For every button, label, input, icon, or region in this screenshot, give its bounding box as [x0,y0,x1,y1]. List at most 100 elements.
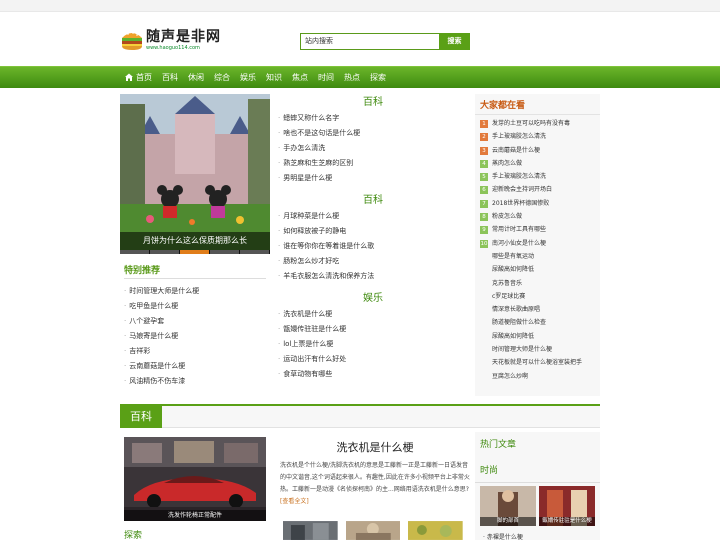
list-item[interactable]: 谁在等你你在等着谁是什么歌 [278,239,468,254]
list-item[interactable]: 啥也不是这句话是什么梗 [278,126,468,141]
nav-item[interactable]: 百科 [157,67,183,89]
slide-dot[interactable] [210,250,240,254]
list-item[interactable]: 运动出汗有什么好处 [278,352,468,367]
fashion-title[interactable]: 时尚 [480,463,498,476]
article-thumbnails [283,521,464,540]
popular-item-label: 时间管理大师是什么梗 [492,346,553,354]
search-box: 站内搜索 搜索 [300,33,470,50]
top-strip [0,0,720,12]
list-item[interactable]: 甑嬛传驻驻是什么梗 [278,322,468,337]
list-item[interactable]: 蟋蟀又称什么名字 [278,111,468,126]
popular-item[interactable]: 8 粉皮怎么做 [480,210,595,223]
list-item[interactable]: 食草动物有哪些 [278,367,468,382]
popular-item[interactable]: 豆腐怎么炒啊 [480,370,595,383]
hot-articles-panel: 热门文章 时尚 脚的部首 甑嬛传驻驻是什么梗 · 赤裸是什么梗 [475,432,600,541]
rank-number: 5 [480,173,488,182]
list-item[interactable]: 时间管理大师是什么梗 [124,284,199,299]
popular-item[interactable]: 1 发芽的土豆可以吃吗有没有毒 [480,117,595,130]
popular-item[interactable]: 2 手上玻璃胶怎么清洗 [480,130,595,143]
image-caption: 脚的部首 [480,517,536,526]
popular-item-label: 2018世界杯德国惨败 [492,199,550,207]
popular-item-label: c罗足球比赛 [492,292,526,300]
rank-number: 2 [480,133,488,142]
list-item[interactable]: 马娘寄是什么梗 [124,329,199,344]
divider [124,278,266,279]
slide-dot[interactable] [240,250,270,254]
popular-item-label: 蒸肉怎么做 [492,159,523,167]
list-item[interactable]: 洗衣机是什么梗 [278,307,468,322]
popular-item[interactable]: 5 手上玻璃胶怎么清洗 [480,170,595,183]
popular-item[interactable]: 6 迎新晚会主持词开场白 [480,183,595,196]
image-slider[interactable]: 月饼为什么这么保质期那么长 [120,94,270,254]
popular-item[interactable]: 7 2018世界杯德国惨败 [480,197,595,210]
popular-item[interactable]: 克苏鲁音乐 [480,277,595,290]
category-title[interactable]: 百科 [278,94,468,111]
nav-item[interactable]: 探索 [365,67,391,89]
popular-item[interactable]: 10 南河小仙女是什么梗 [480,237,595,250]
slide-dot[interactable] [150,250,180,254]
popular-item[interactable]: 哪些是有氧运动 [480,250,595,263]
list-item[interactable]: 熟芝麻和生芝麻的区别 [278,156,468,171]
castle-photo [120,94,270,254]
section-title[interactable]: 百科 [120,406,162,428]
popular-item[interactable]: 天花板就是可以什么梗浴室装把手 [480,356,595,369]
featured-list: 时间管理大师是什么梗 吃甲鱼是什么梗 八个避孕套 马娘寄是什么梗 吉祥彩 云南蘑… [124,284,199,389]
fashion-image[interactable]: 甑嬛传驻驻是什么梗 [539,486,595,526]
section-band: 百科 [120,404,600,428]
thumbnail[interactable] [345,521,401,540]
popular-item[interactable]: 时间管理大师是什么梗 [480,343,595,356]
nav-item-home[interactable]: 首页 [120,67,157,89]
popular-item-label: 克苏鲁音乐 [492,279,523,287]
search-input[interactable]: 站内搜索 [300,33,440,50]
image-caption: 甑嬛传驻驻是什么梗 [539,517,595,526]
nav-item[interactable]: 娱乐 [235,67,261,89]
rank-number: 1 [480,120,488,128]
fashion-image[interactable]: 脚的部首 [480,486,536,526]
popular-item-label: 粉皮怎么做 [492,213,523,221]
list-item[interactable]: 吃甲鱼是什么梗 [124,299,199,314]
popular-item[interactable]: c罗足球比赛 [480,290,595,303]
rank-number: 10 [480,239,488,248]
popular-item[interactable]: 尿酸高如何降低 [480,263,595,276]
popular-item-label: 尿酸高如何降低 [492,266,535,274]
list-item[interactable]: 月球种菜是什么梗 [278,209,468,224]
popular-item[interactable]: 3 云南蘑菇是什么梗 [480,144,595,157]
slide-caption[interactable]: 月饼为什么这么保质期那么长 [120,232,270,250]
nav-item[interactable]: 时间 [313,67,339,89]
list-item[interactable]: 肠粉怎么炒才好吃 [278,254,468,269]
popular-item[interactable]: 肠道梗阻做什么检查 [480,316,595,329]
list-item[interactable]: 羊毛衣服怎么清洗和保养方法 [278,269,468,284]
list-item[interactable]: 如何释放被子的静电 [278,224,468,239]
list-item[interactable]: 风油精伤不伤车漆 [124,374,199,389]
car-photo [124,437,266,521]
list-item[interactable]: lol上票是什么梗 [278,337,468,352]
popular-item[interactable]: 4 蒸肉怎么做 [480,157,595,170]
slide-dot[interactable] [120,250,150,254]
thumbnail[interactable] [408,521,464,540]
section-subtitle[interactable]: 探索 [124,528,142,541]
search-button[interactable]: 搜索 [439,33,470,50]
nav-item[interactable]: 综合 [209,67,235,89]
list-item[interactable]: 吉祥彩 [124,344,199,359]
popular-item[interactable]: 9 常用计时工具有哪些 [480,223,595,236]
nav-item[interactable]: 休闲 [183,67,209,89]
thumbnail[interactable] [283,521,338,540]
nav-item[interactable]: 热点 [339,67,365,89]
category-columns: 百科 蟋蟀又称什么名字 啥也不是这句话是什么梗 手办怎么清洗 熟芝麻和生芝麻的区… [278,94,468,388]
list-item[interactable]: 手办怎么清洗 [278,141,468,156]
nav-item[interactable]: 焦点 [287,67,313,89]
article-title[interactable]: 洗衣机是什么梗 [280,439,470,455]
nav-item[interactable]: 知识 [261,67,287,89]
read-more-link[interactable]: [查看全文] [280,498,309,505]
category-title[interactable]: 百科 [278,192,468,209]
article-body: 洗衣机是个什么梗/洗脚洗衣机的意思是工藤新一正是工藤新一日语发音的中文谐音,这个… [280,460,470,508]
category-title[interactable]: 娱乐 [278,290,468,307]
list-item[interactable]: 八个避孕套 [124,314,199,329]
site-logo[interactable]: 随声是非网 www.haoguo114.com [120,28,230,56]
section-image[interactable]: 洗发作轮椅正常配件 [124,437,266,521]
list-item[interactable]: 男明星是什么梗 [278,171,468,186]
popular-item[interactable]: 情深意长歌曲原唱 [480,303,595,316]
list-item[interactable]: 云南蘑菇是什么梗 [124,359,199,374]
popular-item[interactable]: 尿酸高如何降低 [480,330,595,343]
slide-dot-active[interactable] [180,250,210,254]
